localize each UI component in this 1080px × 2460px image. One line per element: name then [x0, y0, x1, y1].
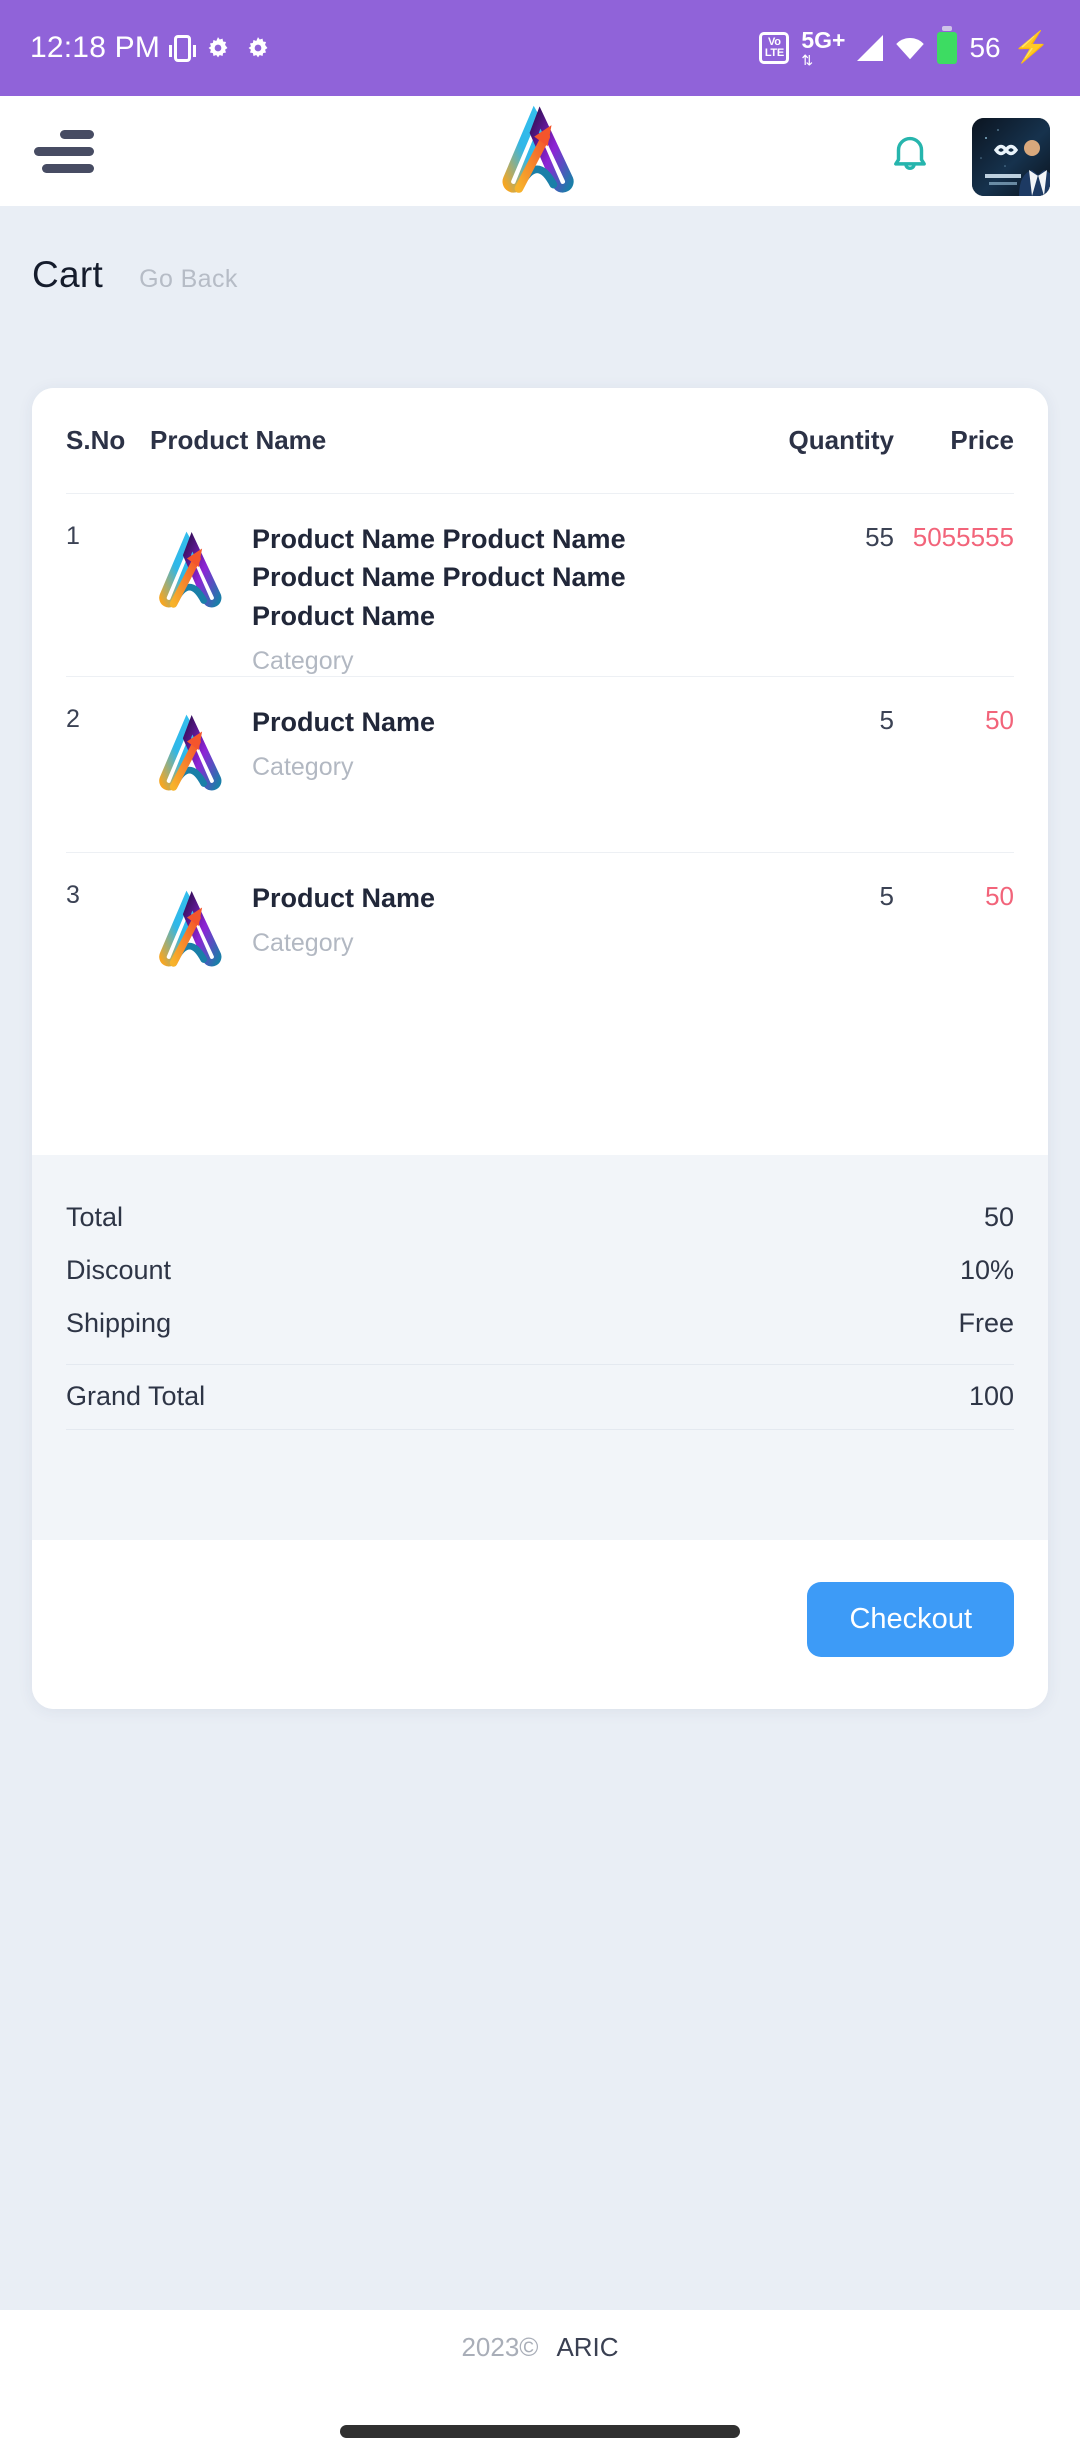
- row-price: 50: [985, 704, 1014, 735]
- product-info: Product Name Product Name Product Name P…: [242, 520, 722, 676]
- charging-bolt-icon: ⚡: [1012, 31, 1050, 64]
- hamburger-line-top: [60, 130, 94, 139]
- status-bar-clock: 12:18 PM: [30, 31, 161, 64]
- product-name: Product Name Product Name Product Name P…: [252, 524, 626, 631]
- summary-row-discount: Discount 10%: [66, 1244, 1014, 1297]
- row-product-cell: Product Name Category: [150, 703, 764, 797]
- summary-row-grand-total: Grand Total 100: [66, 1363, 1014, 1430]
- cart-table: S.No Product Name Quantity Price 1 Produ…: [32, 388, 1048, 1085]
- product-category: Category: [252, 929, 354, 958]
- product-name: Product Name: [252, 706, 436, 737]
- cart-card: S.No Product Name Quantity Price 1 Produ…: [32, 388, 1048, 1709]
- checkout-button[interactable]: Checkout: [807, 1581, 1014, 1657]
- table-header-row: S.No Product Name Quantity Price: [66, 388, 1014, 494]
- network-type-icon: 5G+ ⇅: [801, 27, 846, 68]
- row-product-cell: Product Name Category: [150, 879, 764, 973]
- row-quantity: 5: [879, 704, 894, 735]
- column-header-quantity: Quantity: [788, 425, 894, 455]
- battery-percent-label: 56: [969, 32, 1001, 63]
- hamburger-line-middle: [34, 147, 94, 156]
- go-back-link[interactable]: Go Back: [139, 265, 238, 294]
- row-sno: 3: [66, 880, 80, 909]
- table-row[interactable]: 3 Product Name Category 5 50: [66, 853, 1014, 1085]
- row-quantity: 5: [879, 880, 894, 911]
- hamburger-menu-icon[interactable]: [34, 128, 94, 174]
- summary-row-total: Total 50: [66, 1191, 1014, 1244]
- status-bar-right: Vo LTE 5G+ ⇅ 56 ⚡: [759, 26, 1050, 68]
- row-price: 50: [985, 880, 1014, 911]
- row-price: 5055555: [912, 522, 1014, 552]
- order-summary: Total 50 Discount 10% Shipping Free Gran…: [32, 1154, 1048, 1540]
- gear-icon: [205, 35, 231, 61]
- system-home-indicator[interactable]: [340, 2425, 740, 2438]
- row-sno: 2: [66, 704, 80, 733]
- summary-label-grand-total: Grand Total: [66, 1381, 206, 1412]
- footer-year: 2023©: [461, 2332, 539, 2362]
- card-spacer: [32, 1084, 1048, 1155]
- product-thumbnail-icon: [150, 530, 234, 614]
- bell-icon[interactable]: [880, 122, 940, 182]
- summary-row-shipping: Shipping Free: [66, 1297, 1014, 1350]
- product-thumbnail-icon: [150, 713, 234, 797]
- row-sno: 1: [66, 522, 80, 550]
- row-product-cell: Product Name Product Name Product Name P…: [150, 520, 764, 676]
- row-quantity: 55: [865, 522, 894, 552]
- battery-icon: [937, 26, 958, 64]
- product-category: Category: [252, 646, 354, 675]
- table-row[interactable]: 1 Product Name Product Name Product Name…: [66, 494, 1014, 677]
- gear-icon: [245, 35, 271, 61]
- column-header-product: Product Name: [150, 425, 327, 455]
- status-bar: 12:18 PM Vo LTE 5G+ ⇅ 56 ⚡: [0, 0, 1080, 96]
- product-info: Product Name Category: [242, 703, 435, 782]
- vibrate-icon: [169, 34, 197, 62]
- product-category: Category: [252, 753, 354, 782]
- summary-value-discount: 10%: [959, 1254, 1014, 1285]
- app-header: [0, 96, 1080, 206]
- summary-value-total: 50: [983, 1201, 1014, 1232]
- summary-label-shipping: Shipping: [66, 1307, 172, 1338]
- volte-icon: Vo LTE: [759, 32, 790, 64]
- user-avatar[interactable]: [972, 118, 1050, 196]
- checkout-bar: Checkout: [32, 1539, 1048, 1709]
- column-header-sno: S.No: [66, 425, 126, 455]
- column-header-price: Price: [950, 425, 1014, 455]
- aric-logo-icon[interactable]: [485, 104, 595, 200]
- product-name: Product Name: [252, 882, 436, 913]
- volte-bottom-label: LTE: [764, 47, 784, 59]
- product-info: Product Name Category: [242, 879, 435, 958]
- page-title: Cart: [32, 254, 104, 295]
- hamburger-line-bottom: [42, 164, 94, 173]
- summary-label-total: Total: [66, 1201, 124, 1232]
- network-label: 5G+: [801, 27, 846, 53]
- product-thumbnail-icon: [150, 889, 234, 973]
- summary-value-shipping: Free: [958, 1307, 1014, 1338]
- page-header: Cart Go Back: [0, 206, 1080, 296]
- table-row[interactable]: 2 Product Name Category 5 50: [66, 677, 1014, 853]
- wifi-icon: [895, 33, 925, 63]
- summary-value-grand-total: 100: [968, 1381, 1014, 1412]
- footer-brand: ARIC: [556, 2332, 619, 2362]
- signal-bars-icon: [857, 35, 884, 61]
- status-bar-left: 12:18 PM: [30, 31, 271, 65]
- page-body: Cart Go Back S.No Product Name Quantity …: [0, 206, 1080, 2386]
- summary-label-discount: Discount: [66, 1254, 172, 1285]
- data-arrows-icon: ⇅: [801, 52, 813, 68]
